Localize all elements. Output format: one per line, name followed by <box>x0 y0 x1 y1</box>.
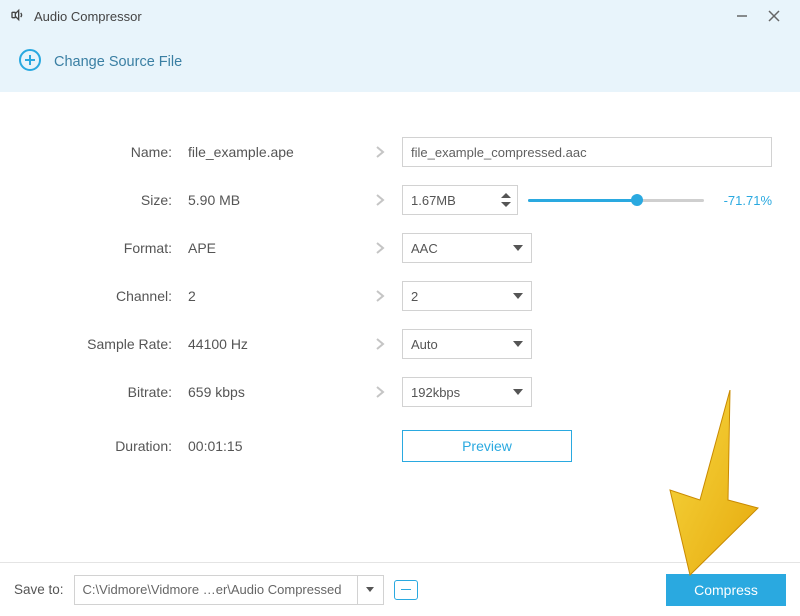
format-source-value: APE <box>188 240 358 256</box>
format-label: Format: <box>28 240 178 256</box>
sample-rate-source-value: 44100 Hz <box>188 336 358 352</box>
size-label: Size: <box>28 192 178 208</box>
save-path-combo[interactable]: C:\Vidmore\Vidmore …er\Audio Compressed <box>74 575 384 605</box>
name-label: Name: <box>28 144 178 160</box>
bitrate-select[interactable]: 192kbps <box>402 377 532 407</box>
bottom-bar: Save to: C:\Vidmore\Vidmore …er\Audio Co… <box>0 562 800 616</box>
chevron-right-icon <box>373 241 387 255</box>
row-duration: Duration: 00:01:15 Preview <box>28 422 772 470</box>
caret-down-icon <box>513 341 523 347</box>
triangle-down-icon <box>501 202 511 207</box>
open-folder-button[interactable] <box>394 580 418 600</box>
close-button[interactable] <box>758 4 790 28</box>
main-panel: Name: file_example.ape Size: 5.90 MB 1.6… <box>0 92 800 470</box>
row-name: Name: file_example.ape <box>28 128 772 176</box>
format-select[interactable]: AAC <box>402 233 532 263</box>
save-path-dropdown[interactable] <box>357 576 383 604</box>
bitrate-output-value: 192kbps <box>411 385 460 400</box>
sample-rate-label: Sample Rate: <box>28 336 178 352</box>
row-bitrate: Bitrate: 659 kbps 192kbps <box>28 368 772 416</box>
row-sample-rate: Sample Rate: 44100 Hz Auto <box>28 320 772 368</box>
preview-button[interactable]: Preview <box>402 430 572 462</box>
output-name-input[interactable] <box>402 137 772 167</box>
save-to-label: Save to: <box>14 582 64 597</box>
window-title: Audio Compressor <box>34 9 142 24</box>
sample-rate-select[interactable]: Auto <box>402 329 532 359</box>
minimize-button[interactable] <box>726 4 758 28</box>
chevron-right-icon <box>373 145 387 159</box>
channel-source-value: 2 <box>188 288 358 304</box>
channel-select[interactable]: 2 <box>402 281 532 311</box>
change-source-row[interactable]: Change Source File <box>0 32 800 92</box>
sample-rate-output-value: Auto <box>411 337 438 352</box>
app-icon <box>10 7 26 26</box>
bitrate-source-value: 659 kbps <box>188 384 358 400</box>
format-output-value: AAC <box>411 241 438 256</box>
triangle-up-icon <box>501 193 511 198</box>
row-format: Format: APE AAC <box>28 224 772 272</box>
change-source-label: Change Source File <box>54 54 182 70</box>
row-channel: Channel: 2 2 <box>28 272 772 320</box>
size-stepper[interactable]: 1.67MB <box>402 185 518 215</box>
size-output-value: 1.67MB <box>403 193 495 208</box>
name-source-value: file_example.ape <box>188 144 358 160</box>
stepper-arrows[interactable] <box>495 193 517 207</box>
size-reduction-pct: -71.71% <box>724 193 772 208</box>
save-path-value: C:\Vidmore\Vidmore …er\Audio Compressed <box>75 582 357 597</box>
duration-value: 00:01:15 <box>188 438 358 454</box>
folder-icon <box>401 589 411 591</box>
chevron-right-icon <box>373 289 387 303</box>
caret-down-icon <box>513 293 523 299</box>
chevron-right-icon <box>373 337 387 351</box>
chevron-right-icon <box>373 193 387 207</box>
caret-down-icon <box>513 389 523 395</box>
bitrate-label: Bitrate: <box>28 384 178 400</box>
caret-down-icon <box>366 587 374 592</box>
channel-output-value: 2 <box>411 289 418 304</box>
compress-button[interactable]: Compress <box>666 574 786 606</box>
chevron-right-icon <box>373 385 387 399</box>
channel-label: Channel: <box>28 288 178 304</box>
size-slider[interactable] <box>528 199 704 202</box>
row-size: Size: 5.90 MB 1.67MB -71.71% <box>28 176 772 224</box>
caret-down-icon <box>513 245 523 251</box>
plus-circle-icon <box>18 48 42 76</box>
titlebar: Audio Compressor <box>0 0 800 32</box>
size-source-value: 5.90 MB <box>188 192 358 208</box>
duration-label: Duration: <box>28 438 178 454</box>
